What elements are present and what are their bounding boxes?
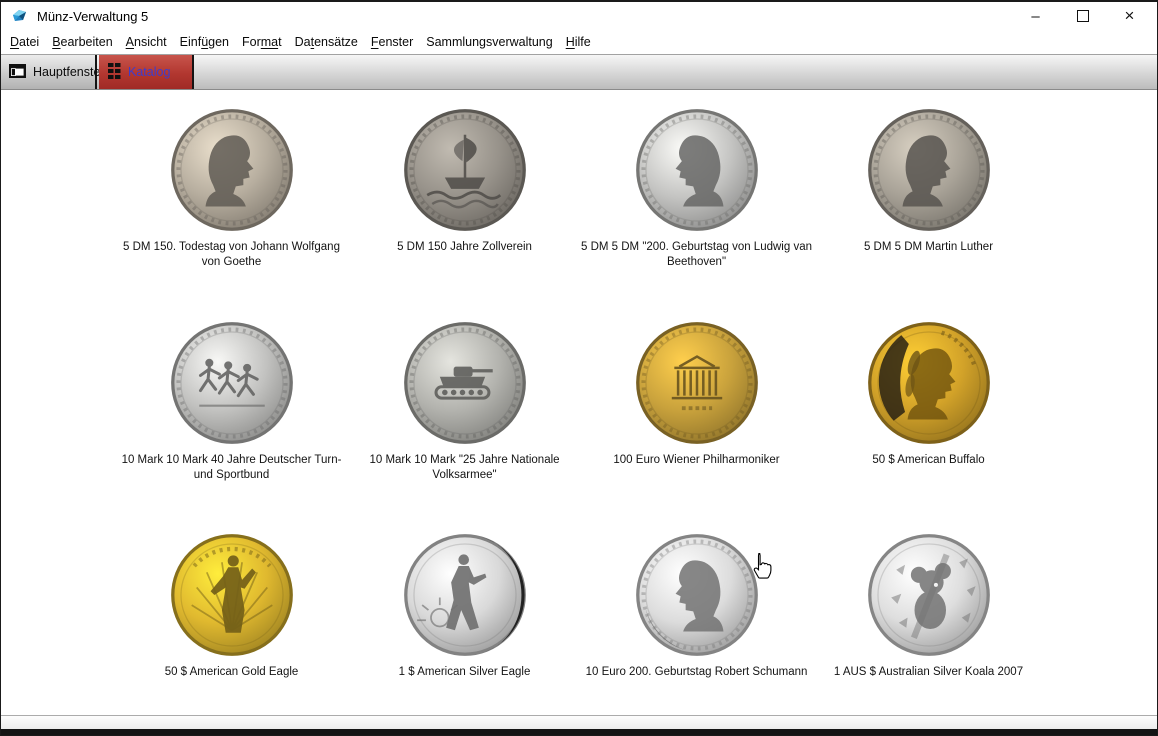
coin-caption: 5 DM 150. Todestag von Johann Wolfgang v… xyxy=(116,240,348,270)
menu-item-datei[interactable]: Datei xyxy=(10,35,39,49)
coin-caption: 10 Euro 200. Geburtstag Robert Schumann xyxy=(581,665,813,680)
coin-caption: 50 $ American Buffalo xyxy=(813,453,1045,468)
menu-item-format[interactable]: Format xyxy=(242,35,282,49)
app-window: Münz-Verwaltung 5 – × Datei Bearbeiten Ans… xyxy=(0,0,1158,736)
maximize-icon xyxy=(1077,10,1089,22)
coin-image xyxy=(402,532,528,658)
menu-item-hilfe[interactable]: Hilfe xyxy=(566,35,591,49)
coin-image xyxy=(169,107,295,233)
coin-image xyxy=(402,107,528,233)
coin-image xyxy=(866,320,992,446)
coin-caption: 10 Mark 10 Mark 40 Jahre Deutscher Turn-… xyxy=(116,453,348,483)
coin-caption: 10 Mark 10 Mark "25 Jahre Nationale Volk… xyxy=(349,453,581,483)
tab-katalog[interactable]: Katalog xyxy=(99,55,194,89)
minimize-button[interactable]: – xyxy=(1012,2,1059,30)
coin-card[interactable]: 5 DM 150 Jahre Zollverein xyxy=(348,107,581,255)
tab-label: Katalog xyxy=(128,65,170,79)
coin-card[interactable]: 5 DM 5 DM Martin Luther xyxy=(812,107,1045,255)
coin-card[interactable]: 10 Euro 200. Geburtstag Robert Schumann xyxy=(580,532,813,680)
menu-item-ansicht[interactable]: Ansicht xyxy=(126,35,167,49)
coin-image xyxy=(634,532,760,658)
coin-card[interactable]: 5 DM 150. Todestag von Johann Wolfgang v… xyxy=(115,107,348,270)
tab-hauptfenster[interactable]: Hauptfenster xyxy=(1,55,97,89)
close-button[interactable]: × xyxy=(1106,2,1153,30)
coin-card[interactable]: 1 $ American Silver Eagle xyxy=(348,532,581,680)
menu-item-einfgen[interactable]: Einfügen xyxy=(180,35,229,49)
bottom-bar xyxy=(1,729,1157,735)
coin-caption: 1 AUS $ Australian Silver Koala 2007 xyxy=(813,665,1045,680)
catalog-grid-icon xyxy=(108,63,121,82)
coin-caption: 5 DM 5 DM Martin Luther xyxy=(813,240,1045,255)
coin-card[interactable]: 10 Mark 10 Mark "25 Jahre Nationale Volk… xyxy=(348,320,581,483)
coin-image xyxy=(866,107,992,233)
coin-image xyxy=(634,107,760,233)
coin-image xyxy=(402,320,528,446)
menubar: Datei Bearbeiten Ansicht Einfügen Format Date… xyxy=(1,30,1157,54)
coin-image xyxy=(169,320,295,446)
coin-card[interactable]: 50 $ American Gold Eagle xyxy=(115,532,348,680)
coin-caption: 100 Euro Wiener Philharmoniker xyxy=(581,453,813,468)
menu-item-datenstze[interactable]: Datensätze xyxy=(295,35,358,49)
window-title: Münz-Verwaltung 5 xyxy=(37,9,148,24)
app-icon xyxy=(11,8,28,25)
window-controls: – × xyxy=(1012,2,1153,30)
coin-card[interactable]: 50 $ American Buffalo xyxy=(812,320,1045,468)
coin-caption: 50 $ American Gold Eagle xyxy=(116,665,348,680)
coin-caption: 5 DM 150 Jahre Zollverein xyxy=(349,240,581,255)
coin-card[interactable]: 100 Euro Wiener Philharmoniker xyxy=(580,320,813,468)
menu-item-sammlungsverwaltung[interactable]: Sammlungsverwaltung xyxy=(426,35,552,49)
titlebar: Münz-Verwaltung 5 – × xyxy=(1,2,1157,30)
coin-card[interactable]: 10 Mark 10 Mark 40 Jahre Deutscher Turn-… xyxy=(115,320,348,483)
menu-item-fenster[interactable]: Fenster xyxy=(371,35,413,49)
coin-image xyxy=(169,532,295,658)
coin-card[interactable]: 5 DM 5 DM "200. Geburtstag von Ludwig va… xyxy=(580,107,813,270)
coin-image xyxy=(866,532,992,658)
coin-image xyxy=(634,320,760,446)
main-window-icon xyxy=(9,64,26,81)
coin-card[interactable]: 1 AUS $ Australian Silver Koala 2007 xyxy=(812,532,1045,680)
catalog-content: 5 DM 150. Todestag von Johann Wolfgang v… xyxy=(1,90,1157,712)
toolbar: Hauptfenster Katalog |< Vorherige Seite … xyxy=(1,54,1157,90)
tab-label: Hauptfenster xyxy=(33,65,105,79)
coin-caption: 1 $ American Silver Eagle xyxy=(349,665,581,680)
maximize-button[interactable] xyxy=(1059,2,1106,30)
menu-item-bearbeiten[interactable]: Bearbeiten xyxy=(52,35,112,49)
coin-caption: 5 DM 5 DM "200. Geburtstag von Ludwig va… xyxy=(581,240,813,270)
